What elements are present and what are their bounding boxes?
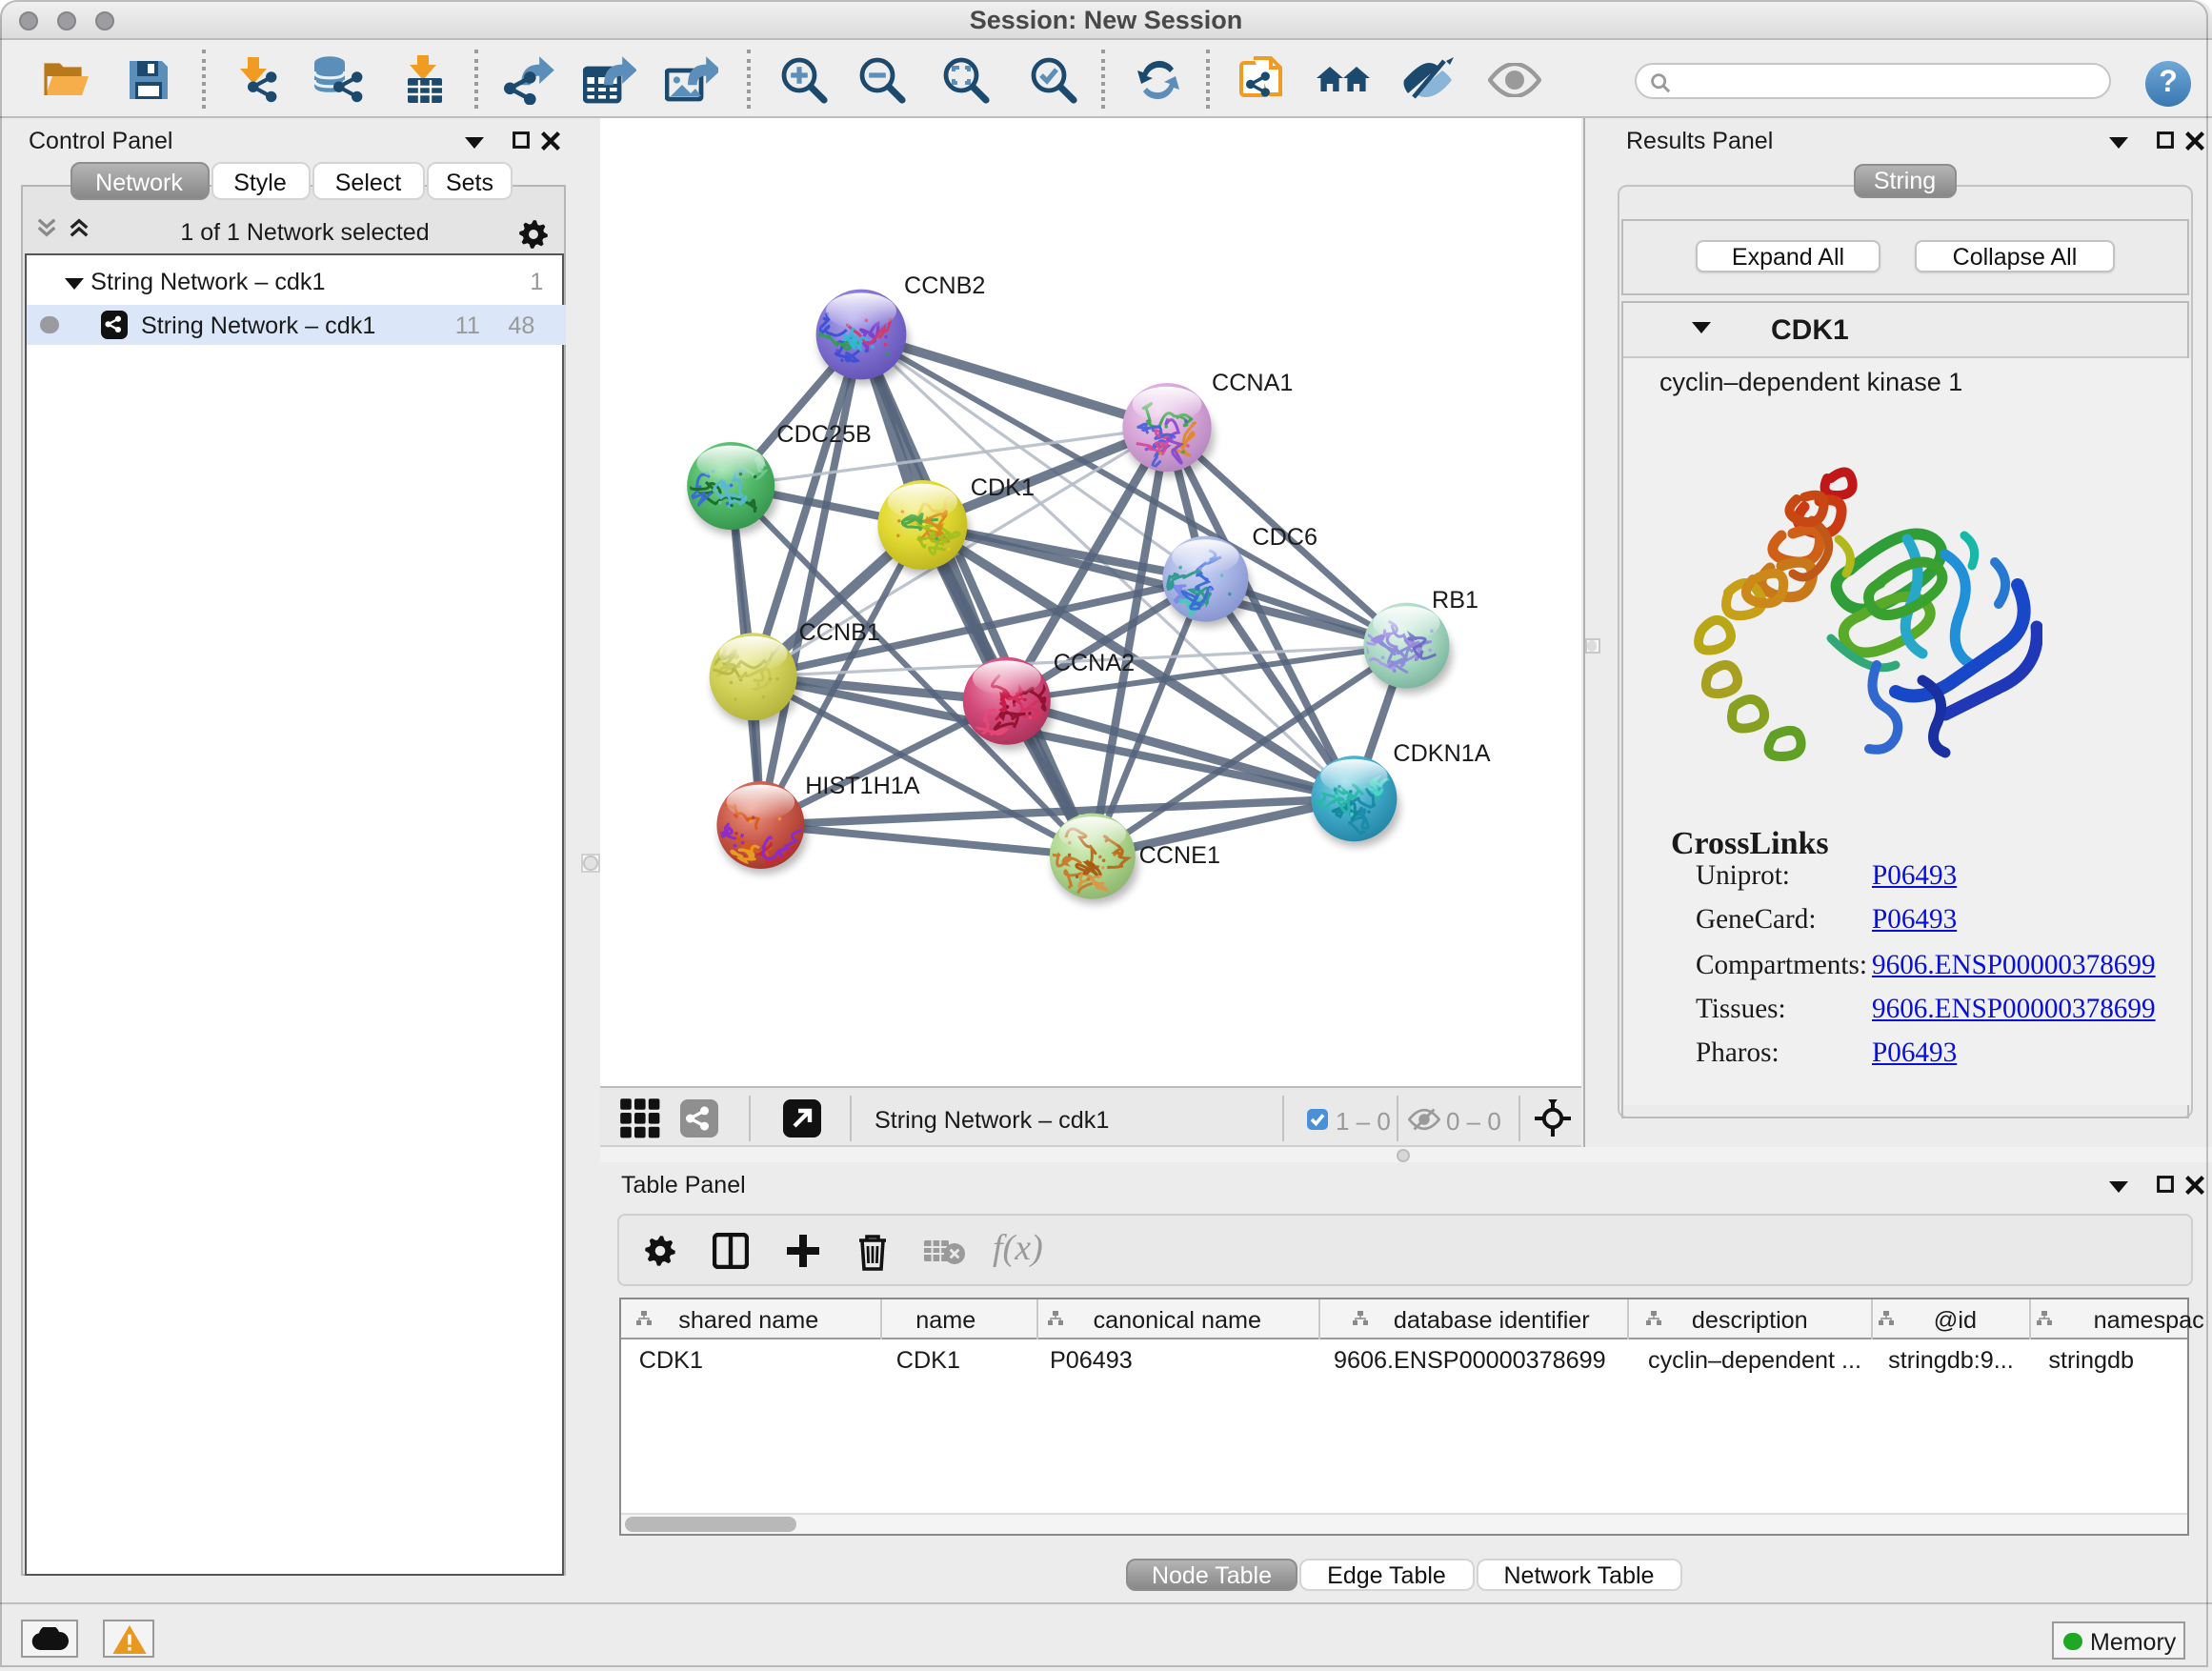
svg-text:CDC25B: CDC25B bbox=[776, 421, 871, 448]
svg-text:CDKN1A: CDKN1A bbox=[1393, 740, 1490, 767]
svg-text:CDK1: CDK1 bbox=[971, 474, 1035, 501]
svg-text:CCNE1: CCNE1 bbox=[1139, 842, 1220, 869]
svg-text:CCNA2: CCNA2 bbox=[1054, 650, 1135, 676]
svg-text:CDC6: CDC6 bbox=[1252, 524, 1317, 551]
svg-text:CCNB2: CCNB2 bbox=[904, 272, 985, 299]
svg-text:CCNA1: CCNA1 bbox=[1212, 370, 1293, 396]
svg-text:CCNB1: CCNB1 bbox=[799, 619, 880, 646]
svg-text:RB1: RB1 bbox=[1432, 587, 1478, 614]
svg-text:HIST1H1A: HIST1H1A bbox=[805, 773, 920, 799]
